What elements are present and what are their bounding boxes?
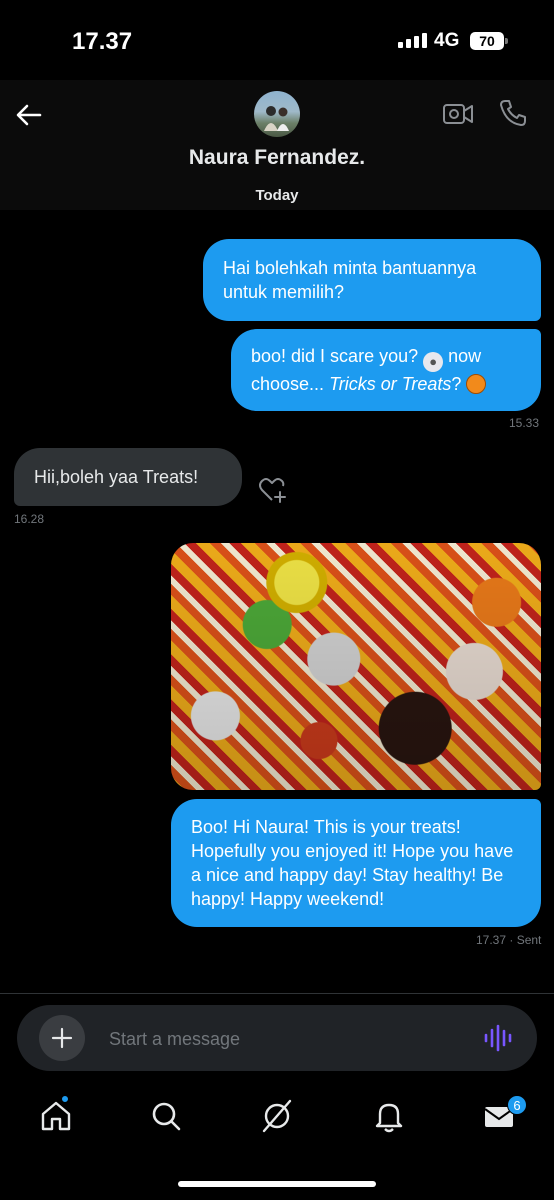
day-separator: Today — [255, 187, 299, 204]
contact-avatar[interactable] — [254, 91, 300, 137]
battery-icon: 70 — [470, 32, 508, 50]
message-text-italic: Tricks or Treats — [329, 374, 452, 394]
status-time: 17.37 — [72, 28, 133, 55]
message-text: boo! did I scare you? ● now choose... Tr… — [251, 344, 521, 396]
sent-message-bubble[interactable]: boo! did I scare you? ● now choose... Tr… — [231, 329, 541, 411]
search-icon[interactable] — [149, 1099, 183, 1133]
sent-message-bubble[interactable]: Hai bolehkah minta bantuannya untuk memi… — [203, 239, 541, 321]
status-bar: 17.37 4G 70 — [0, 0, 554, 80]
ghost-emoji-icon: ● — [423, 352, 444, 372]
home-unread-dot — [60, 1094, 70, 1104]
notifications-bell-icon[interactable] — [372, 1099, 406, 1133]
network-type: 4G — [434, 30, 460, 51]
message-input[interactable] — [109, 1025, 449, 1053]
video-call-icon[interactable] — [442, 100, 474, 128]
add-attachment-button[interactable] — [39, 1015, 85, 1061]
add-reaction-heart-icon[interactable] — [256, 474, 288, 506]
home-icon[interactable] — [39, 1099, 73, 1133]
message-timestamp: 17.37 · Sent — [476, 933, 542, 947]
message-timestamp: 16.28 — [14, 512, 45, 526]
message-text: Hai bolehkah minta bantuannya untuk memi… — [223, 258, 477, 302]
signal-icon — [398, 32, 427, 48]
message-composer — [17, 1005, 537, 1071]
contact-name[interactable]: Naura Fernandez. — [0, 146, 554, 170]
pumpkin-emoji-icon — [466, 374, 487, 394]
home-indicator — [178, 1181, 376, 1187]
message-text: Boo! Hi Naura! This is your treats! Hope… — [191, 817, 514, 909]
image-message[interactable] — [171, 543, 541, 790]
plus-icon — [51, 1027, 73, 1049]
received-message-bubble[interactable]: Hii,boleh yaa Treats! — [14, 448, 242, 506]
message-text: Hii,boleh yaa Treats! — [34, 467, 199, 487]
back-arrow-icon[interactable] — [14, 100, 44, 130]
messages-badge: 6 — [507, 1095, 527, 1115]
sent-message-bubble[interactable]: Boo! Hi Naura! This is your treats! Hope… — [171, 799, 541, 927]
voice-message-icon[interactable] — [483, 1023, 513, 1053]
message-text-part: ? — [451, 374, 462, 394]
message-timestamp: 15.33 — [509, 416, 540, 430]
message-text-part: boo! did I scare you? — [251, 346, 419, 366]
divider — [0, 993, 554, 994]
grok-icon[interactable] — [260, 1099, 294, 1133]
phone-call-icon[interactable] — [498, 98, 528, 128]
